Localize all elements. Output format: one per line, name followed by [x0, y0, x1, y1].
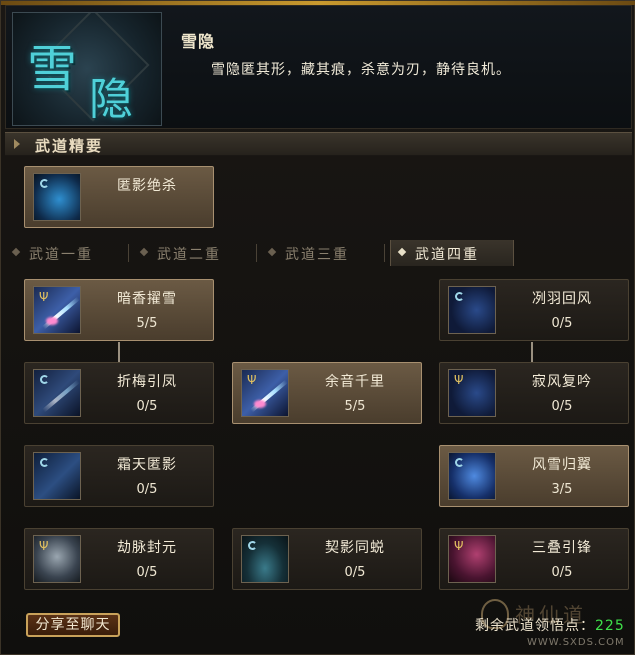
- diamond-bullet-icon: [397, 247, 407, 257]
- feather-wind-icon: Ψ: [448, 369, 496, 417]
- skill-tile-yu-yin-qian-li[interactable]: Ψ 余音千里 5/5: [232, 362, 422, 424]
- skill-title: 雪隐: [181, 32, 216, 51]
- moon-icon: [248, 541, 257, 550]
- section-title: 武道精要: [35, 137, 104, 155]
- moon-icon: [40, 375, 49, 384]
- skill-tile-qi-ying-tong-shui[interactable]: 契影同蜕 0/5: [232, 528, 422, 590]
- skill-name: 劫脉封元: [117, 540, 177, 556]
- skill-tile-san-die-yin-feng[interactable]: Ψ 三叠引锋 0/5: [439, 528, 629, 590]
- skill-connector: [118, 342, 120, 362]
- icon-streak: [42, 379, 80, 413]
- skill-name: 契影同蜕: [325, 540, 385, 556]
- sealed-meridian-icon: Ψ: [33, 535, 81, 583]
- skill-connector: [531, 342, 533, 362]
- moon-icon: [455, 292, 464, 301]
- tab-label: 武道一重: [29, 247, 93, 263]
- tab-tier-1[interactable]: 武道一重: [5, 240, 129, 266]
- sword-streak-icon: Ψ: [33, 286, 81, 334]
- skill-level: 0/5: [136, 565, 158, 580]
- skill-level: 0/5: [551, 565, 573, 580]
- watermark-url: WWW.SXDS.COM: [527, 637, 625, 648]
- skill-tile-an-xiang-zhuo-xue[interactable]: Ψ 暗香擢雪 5/5: [24, 279, 214, 341]
- diamond-bullet-icon: [267, 247, 277, 257]
- skill-level: 3/5: [551, 482, 573, 497]
- trident-icon: Ψ: [39, 290, 49, 304]
- skill-description: 雪隐匿其形，藏其痕，杀意为刃，静待良机。: [211, 62, 511, 78]
- icon-glow: [46, 317, 58, 325]
- skill-name: 霜天匿影: [117, 457, 177, 473]
- tab-divider: [384, 244, 385, 262]
- tab-tier-4[interactable]: 武道四重: [390, 240, 514, 266]
- sword-streak-icon: [33, 369, 81, 417]
- tab-label: 武道四重: [415, 247, 479, 263]
- icon-glow: [254, 400, 266, 408]
- tab-label: 武道三重: [285, 247, 349, 263]
- sword-streak-icon: Ψ: [241, 369, 289, 417]
- diamond-bullet-icon: [139, 247, 149, 257]
- skill-panel: 雪 隐 雪隐 雪隐匿其形，藏其痕，杀意为刃，静待良机。 武道精要 匿影绝杀 武道…: [0, 0, 635, 655]
- skill-level: 5/5: [344, 399, 366, 414]
- moon-icon: [455, 458, 464, 467]
- moon-icon: [40, 179, 49, 188]
- shadow-assassin-icon: [33, 173, 81, 221]
- trident-icon: Ψ: [39, 539, 49, 553]
- trident-icon: Ψ: [454, 373, 464, 387]
- skill-level: 0/5: [136, 482, 158, 497]
- emblem-char-2: 隐: [89, 74, 133, 125]
- skill-name: 余音千里: [325, 374, 385, 390]
- skill-emblem: 雪 隐: [12, 12, 162, 126]
- frost-shadow-icon: [33, 452, 81, 500]
- skill-tile-ji-feng-fu-yin[interactable]: Ψ 寂风复吟 0/5: [439, 362, 629, 424]
- skill-tile-jie-mai-feng-yuan[interactable]: Ψ 劫脉封元 0/5: [24, 528, 214, 590]
- share-to-chat-button[interactable]: 分享至聊天: [26, 613, 120, 637]
- feather-wind-icon: [448, 452, 496, 500]
- essence-skill-tile[interactable]: 匿影绝杀: [24, 166, 214, 228]
- blade-burst-icon: Ψ: [448, 535, 496, 583]
- skill-tile-lie-yu-hui-feng[interactable]: 冽羽回风 0/5: [439, 279, 629, 341]
- skill-level: 0/5: [344, 565, 366, 580]
- feather-wind-icon: [448, 286, 496, 334]
- skill-name: 冽羽回风: [532, 291, 592, 307]
- points-value: 225: [595, 618, 625, 634]
- skill-name: 三叠引锋: [532, 540, 592, 556]
- skill-name: 寂风复吟: [532, 374, 592, 390]
- tab-divider: [128, 244, 129, 262]
- remaining-points: 剩余武道领悟点：225: [475, 615, 625, 635]
- skill-level: 0/5: [551, 399, 573, 414]
- section-header: 武道精要: [5, 132, 632, 156]
- moon-icon: [40, 458, 49, 467]
- skill-level: 0/5: [136, 399, 158, 414]
- essence-skill-name: 匿影绝杀: [117, 178, 177, 194]
- points-label: 剩余武道领悟点：: [475, 618, 595, 634]
- skill-tile-zhe-mei-yin-feng[interactable]: 折梅引凤 0/5: [24, 362, 214, 424]
- skill-level: 0/5: [551, 316, 573, 331]
- section-arrow-icon: [14, 139, 20, 149]
- shadow-vortex-icon: [241, 535, 289, 583]
- trident-icon: Ψ: [454, 539, 464, 553]
- emblem-char-1: 雪: [27, 40, 77, 98]
- skill-tile-feng-xue-gui-yi[interactable]: 风雪归翼 3/5: [439, 445, 629, 507]
- skill-level: 5/5: [136, 316, 158, 331]
- tab-label: 武道二重: [157, 247, 221, 263]
- trident-icon: Ψ: [247, 373, 257, 387]
- skill-tile-shuang-tian-ni-ying[interactable]: 霜天匿影 0/5: [24, 445, 214, 507]
- skill-name: 暗香擢雪: [117, 291, 177, 307]
- tier-tabs: 武道一重 武道二重 武道三重 武道四重: [5, 240, 632, 266]
- diamond-bullet-icon: [11, 247, 21, 257]
- skill-header: 雪 隐 雪隐 雪隐匿其形，藏其痕，杀意为刃，静待良机。: [5, 5, 632, 129]
- tab-divider: [256, 244, 257, 262]
- tab-tier-3[interactable]: 武道三重: [261, 240, 385, 266]
- tab-tier-2[interactable]: 武道二重: [133, 240, 257, 266]
- skill-name: 风雪归翼: [532, 457, 592, 473]
- skill-name: 折梅引凤: [117, 374, 177, 390]
